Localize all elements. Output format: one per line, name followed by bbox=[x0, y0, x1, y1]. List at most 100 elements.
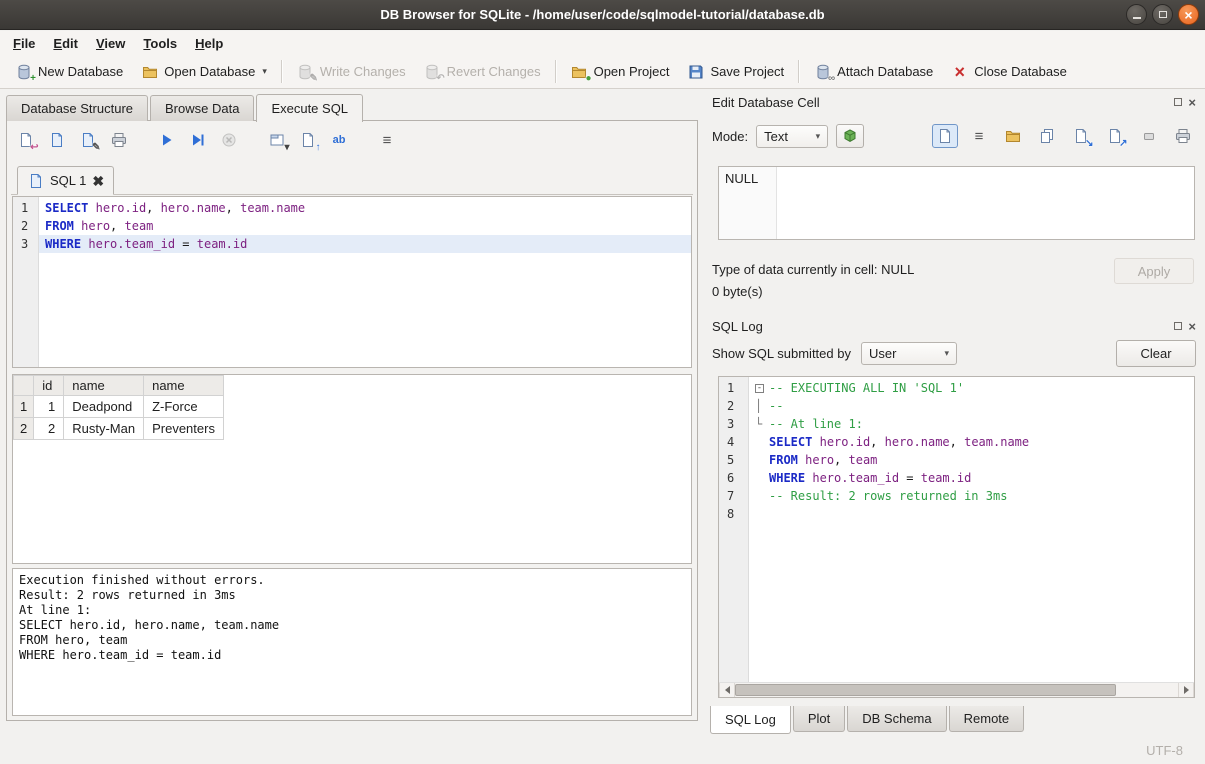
dock-tab-plot[interactable]: Plot bbox=[793, 706, 845, 732]
log-filter-select[interactable]: User ▾ bbox=[861, 342, 957, 365]
code-line[interactable]: FROM hero, team bbox=[39, 217, 691, 235]
word-wrap-icon: ≡ bbox=[971, 128, 988, 145]
cell-value: NULL bbox=[719, 167, 777, 239]
open-sql-file-button[interactable]: ↩ bbox=[15, 129, 37, 151]
line-number: 6 bbox=[727, 469, 748, 487]
results-grid: idnamename 11DeadpondZ-Force22Rusty-ManP… bbox=[12, 374, 692, 564]
attach-database-button[interactable]: ∞Attach Database bbox=[805, 59, 942, 84]
clear-log-button[interactable]: Clear bbox=[1116, 340, 1196, 367]
cell-mode-row: Mode: Text ▾ ≡ ↘ ↗ bbox=[712, 122, 1196, 150]
sql-query-tab[interactable]: SQL 1 ✖ bbox=[17, 166, 114, 195]
copy-button[interactable] bbox=[1034, 124, 1060, 148]
close-panel-icon[interactable]: × bbox=[1188, 320, 1196, 333]
output-line: SELECT hero.id, hero.name, team.name bbox=[19, 618, 685, 633]
open-file-button[interactable] bbox=[1000, 124, 1026, 148]
cell[interactable]: Rusty-Man bbox=[64, 418, 144, 440]
scroll-left-button[interactable] bbox=[719, 683, 735, 697]
tab-browse-data[interactable]: Browse Data bbox=[150, 95, 254, 121]
scroll-right-button[interactable] bbox=[1178, 683, 1194, 697]
execution-output: Execution finished without errors.Result… bbox=[12, 568, 692, 716]
cell[interactable]: Deadpond bbox=[64, 396, 144, 418]
fold-marker bbox=[755, 469, 769, 487]
column-header-name[interactable]: name bbox=[64, 376, 144, 396]
maximize-button[interactable] bbox=[1152, 4, 1173, 25]
sql-editor[interactable]: 123 SELECT hero.id, hero.name, team.name… bbox=[12, 196, 692, 368]
table-row: 22Rusty-ManPreventers bbox=[14, 418, 224, 440]
tab-execute-sql[interactable]: Execute SQL bbox=[256, 94, 363, 122]
column-header-name[interactable]: name bbox=[144, 376, 224, 396]
mode-select[interactable]: Text ▾ bbox=[756, 125, 828, 148]
close-panel-icon[interactable]: × bbox=[1188, 96, 1196, 109]
open-query-tab-button[interactable]: ▾ bbox=[266, 129, 288, 151]
close-database-button[interactable]: ×Close Database bbox=[942, 59, 1076, 84]
import-button[interactable]: ↘ bbox=[1068, 124, 1094, 148]
execute-all-button[interactable] bbox=[156, 129, 178, 151]
toolbar-separator bbox=[555, 60, 557, 83]
editor-code-area[interactable]: SELECT hero.id, hero.name, team.nameFROM… bbox=[39, 197, 691, 367]
cell-edit-space[interactable] bbox=[777, 167, 1194, 239]
dock-tab-sql-log[interactable]: SQL Log bbox=[710, 706, 791, 734]
menu-tools[interactable]: Tools bbox=[134, 33, 186, 54]
open-project-button[interactable]: ●Open Project bbox=[562, 59, 679, 84]
cell-editor-area[interactable]: NULL bbox=[718, 166, 1195, 240]
log-filter-label: Show SQL submitted by bbox=[712, 346, 851, 361]
word-wrap-button[interactable]: ≡ bbox=[966, 124, 992, 148]
open-sql-file-icon: ↩ bbox=[18, 132, 35, 149]
float-icon[interactable] bbox=[1174, 322, 1182, 330]
code-line[interactable]: WHERE hero.team_id = team.id bbox=[39, 235, 691, 253]
menu-file[interactable]: File bbox=[4, 33, 44, 54]
export-results-button[interactable]: ↑ bbox=[297, 129, 319, 151]
print-icon bbox=[111, 132, 128, 149]
close-button[interactable]: × bbox=[1178, 4, 1199, 25]
close-tab-icon[interactable]: ✖ bbox=[92, 174, 104, 188]
set-null-button[interactable] bbox=[1136, 124, 1162, 148]
format-sql-button[interactable]: ab bbox=[328, 129, 350, 151]
save-project-button[interactable]: Save Project bbox=[678, 59, 793, 84]
line-number: 4 bbox=[727, 433, 748, 451]
dock-tab-remote[interactable]: Remote bbox=[949, 706, 1025, 732]
save-sql-file-as-button[interactable]: ✎ bbox=[77, 129, 99, 151]
cell[interactable]: 1 bbox=[34, 396, 64, 418]
sql-tab-label: SQL 1 bbox=[50, 173, 86, 188]
save-sql-file-button[interactable] bbox=[46, 129, 68, 151]
cell[interactable]: Preventers bbox=[144, 418, 224, 440]
tab-database-structure[interactable]: Database Structure bbox=[6, 95, 148, 121]
toolbar-button-label: Close Database bbox=[974, 64, 1067, 79]
scrollbar-track[interactable] bbox=[735, 683, 1178, 697]
code-line bbox=[749, 505, 1194, 523]
open-database-button[interactable]: Open Database▾ bbox=[132, 59, 276, 84]
word-wrap-button[interactable]: ≡ bbox=[376, 129, 398, 151]
cell[interactable]: 2 bbox=[34, 418, 64, 440]
menu-view[interactable]: View bbox=[87, 33, 134, 54]
new-database-button[interactable]: +New Database bbox=[6, 59, 132, 84]
edit-cell-title: Edit Database Cell bbox=[712, 95, 1174, 110]
print-button[interactable] bbox=[1170, 124, 1196, 148]
cell-editor-toolbar: ≡ ↘ ↗ bbox=[932, 124, 1196, 148]
toolbar-button-label: Open Project bbox=[594, 64, 670, 79]
output-line: WHERE hero.team_id = team.id bbox=[19, 648, 685, 663]
print-button[interactable] bbox=[108, 129, 130, 151]
minimize-button[interactable] bbox=[1126, 4, 1147, 25]
scrollbar-thumb[interactable] bbox=[735, 684, 1116, 696]
text-view-icon bbox=[937, 128, 954, 145]
cube-button[interactable] bbox=[836, 124, 864, 148]
cell[interactable]: Z-Force bbox=[144, 396, 224, 418]
float-icon[interactable] bbox=[1174, 98, 1182, 106]
execute-all-icon bbox=[159, 132, 176, 149]
execute-current-line-button[interactable] bbox=[187, 129, 209, 151]
export-button[interactable]: ↗ bbox=[1102, 124, 1128, 148]
dock-tab-db-schema[interactable]: DB Schema bbox=[847, 706, 946, 732]
mode-label: Mode: bbox=[712, 129, 748, 144]
menu-help[interactable]: Help bbox=[186, 33, 232, 54]
line-number: 2 bbox=[21, 217, 38, 235]
code-line[interactable]: SELECT hero.id, hero.name, team.name bbox=[39, 199, 691, 217]
chevron-down-icon[interactable]: ▾ bbox=[262, 66, 267, 77]
text-view-button[interactable] bbox=[932, 124, 958, 148]
menu-edit[interactable]: Edit bbox=[44, 33, 87, 54]
window-title: DB Browser for SQLite - /home/user/code/… bbox=[380, 7, 824, 22]
column-header-id[interactable]: id bbox=[34, 376, 64, 396]
horizontal-scrollbar[interactable] bbox=[719, 682, 1194, 697]
apply-button: Apply bbox=[1114, 258, 1194, 284]
write-changes-button: ✎Write Changes bbox=[288, 59, 415, 84]
title-bar[interactable]: DB Browser for SQLite - /home/user/code/… bbox=[0, 0, 1205, 30]
